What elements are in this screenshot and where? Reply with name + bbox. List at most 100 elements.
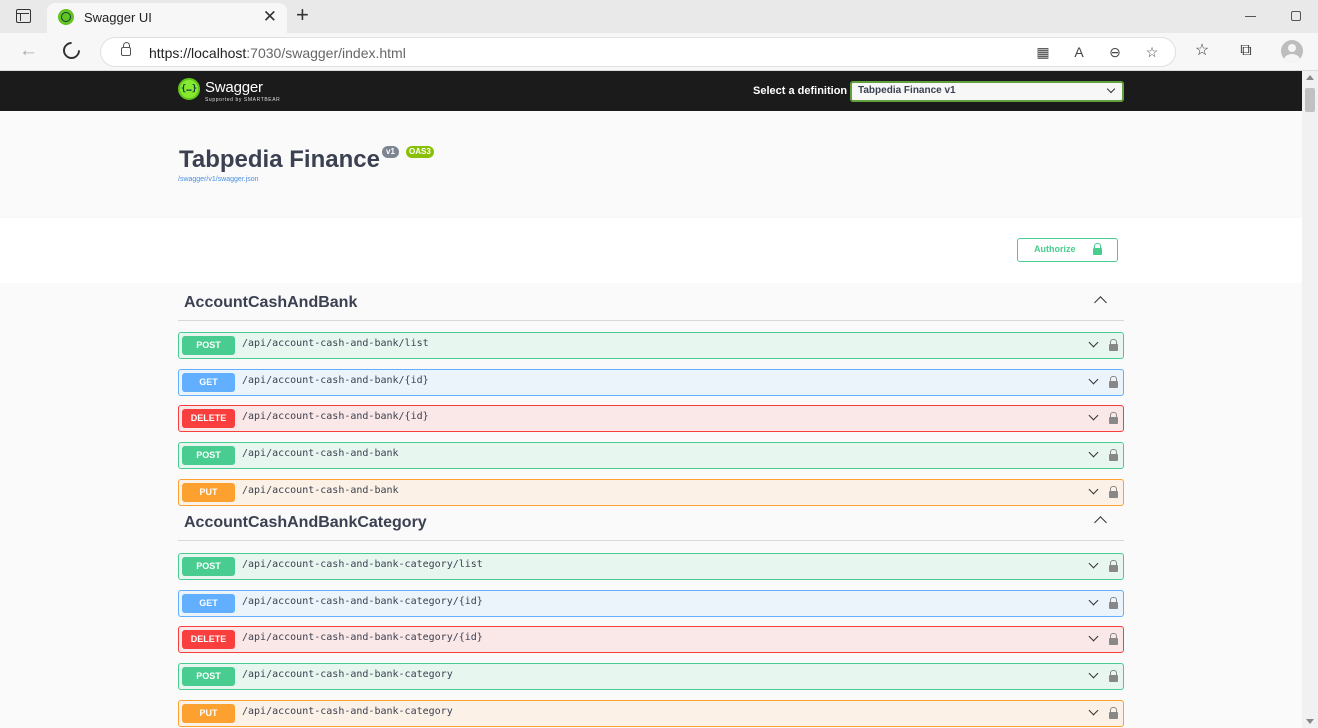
spec-link[interactable]: /swagger/v1/swagger.json: [178, 176, 259, 183]
operation-row[interactable]: POST /api/account-cash-and-bank-category…: [178, 553, 1124, 580]
operation-path: /api/account-cash-and-bank-category: [242, 669, 453, 680]
operation-path: /api/account-cash-and-bank: [242, 448, 399, 459]
method-badge: GET: [182, 594, 235, 613]
logo-text: Swagger: [205, 79, 263, 96]
collections-icon[interactable]: ⧉: [1237, 42, 1255, 60]
version-badge: v1: [382, 146, 399, 158]
tag-header[interactable]: AccountCashAndBankCategory: [178, 507, 1124, 541]
address-bar[interactable]: https://localhost:7030/swagger/index.htm…: [100, 37, 1176, 67]
definition-label: Select a definition: [753, 85, 848, 97]
chevron-down-icon[interactable]: [1088, 705, 1099, 716]
restore-icon[interactable]: [1291, 11, 1301, 21]
operation-path: /api/account-cash-and-bank: [242, 485, 399, 496]
authorize-button[interactable]: Authorize: [1017, 238, 1118, 262]
profile-avatar[interactable]: [1281, 40, 1303, 62]
swagger-favicon-icon: [58, 9, 74, 25]
chevron-down-icon[interactable]: [1088, 410, 1099, 421]
method-badge: POST: [182, 446, 235, 465]
reload-icon[interactable]: [59, 38, 84, 63]
chevron-up-icon[interactable]: [1094, 516, 1107, 529]
add-favorite-icon[interactable]: ☆: [1144, 44, 1160, 60]
swagger-topbar: {…} Swagger Supported by SMARTBEAR Selec…: [0, 71, 1302, 111]
method-badge: GET: [182, 373, 235, 392]
operation-row[interactable]: GET /api/account-cash-and-bank/{id}: [178, 369, 1124, 396]
chevron-down-icon[interactable]: [1088, 668, 1099, 679]
operation-path: /api/account-cash-and-bank-category: [242, 706, 453, 717]
lock-icon[interactable]: [1109, 412, 1118, 424]
swagger-logo[interactable]: {…} Swagger Supported by SMARTBEAR: [178, 78, 288, 106]
authorize-label: Authorize: [1034, 244, 1076, 254]
lock-icon[interactable]: [1109, 339, 1118, 351]
tab-close-icon[interactable]: ✕: [263, 8, 277, 26]
tag-title: AccountCashAndBankCategory: [184, 514, 427, 531]
operation-path: /api/account-cash-and-bank/{id}: [242, 375, 429, 386]
chevron-up-icon[interactable]: [1094, 296, 1107, 309]
operation-row[interactable]: DELETE /api/account-cash-and-bank-catego…: [178, 626, 1124, 653]
operation-row[interactable]: POST /api/account-cash-and-bank: [178, 442, 1124, 469]
chevron-down-icon[interactable]: [1088, 558, 1099, 569]
browser-tab[interactable]: Swagger UI ✕: [47, 3, 287, 33]
api-info: Tabpedia Finance v1 OAS3 /swagger/v1/swa…: [0, 111, 1302, 218]
lock-icon: [1093, 243, 1102, 255]
chevron-down-icon[interactable]: [1088, 337, 1099, 348]
page-viewport: {…} Swagger Supported by SMARTBEAR Selec…: [0, 71, 1302, 728]
lock-icon[interactable]: [1109, 486, 1118, 498]
oas-badge: OAS3: [406, 146, 434, 158]
url-text[interactable]: https://localhost:7030/swagger/index.htm…: [149, 45, 406, 61]
read-aloud-icon[interactable]: A: [1071, 44, 1087, 60]
scheme-container: Authorize: [0, 218, 1302, 283]
page-title: Tabpedia Finance: [179, 146, 380, 173]
lock-icon[interactable]: [1109, 633, 1118, 645]
definition-select-value: Tabpedia Finance v1: [858, 85, 956, 96]
swagger-logo-icon: {…}: [178, 78, 200, 100]
back-icon[interactable]: ←: [19, 40, 38, 62]
operation-row[interactable]: POST /api/account-cash-and-bank-category: [178, 663, 1124, 690]
address-toolbar: ← https://localhost:7030/swagger/index.h…: [0, 33, 1318, 71]
logo-subtext: Supported by SMARTBEAR: [205, 97, 281, 103]
new-tab-icon[interactable]: +: [296, 3, 309, 27]
lock-icon[interactable]: [1109, 449, 1118, 461]
lock-icon[interactable]: [1109, 560, 1118, 572]
method-badge: PUT: [182, 483, 235, 502]
browser-tab-strip: Swagger UI ✕ +: [0, 0, 1318, 33]
tag-title: AccountCashAndBank: [184, 294, 358, 311]
method-badge: PUT: [182, 704, 235, 723]
lock-icon[interactable]: [1109, 670, 1118, 682]
operation-row[interactable]: POST /api/account-cash-and-bank/list: [178, 332, 1124, 359]
chevron-down-icon[interactable]: [1088, 631, 1099, 642]
method-badge: POST: [182, 667, 235, 686]
app-available-icon[interactable]: ▦: [1035, 44, 1051, 60]
operation-row[interactable]: DELETE /api/account-cash-and-bank/{id}: [178, 405, 1124, 432]
method-badge: POST: [182, 557, 235, 576]
chevron-down-icon[interactable]: [1088, 447, 1099, 458]
page-scrollbar[interactable]: [1302, 71, 1318, 728]
lock-icon[interactable]: [1109, 376, 1118, 388]
chevron-down-icon[interactable]: [1088, 595, 1099, 606]
method-badge: POST: [182, 336, 235, 355]
operation-path: /api/account-cash-and-bank/list: [242, 338, 429, 349]
tag-header[interactable]: AccountCashAndBank: [178, 287, 1124, 321]
operation-path: /api/account-cash-and-bank-category/list: [242, 559, 483, 570]
tab-actions-icon[interactable]: [16, 9, 31, 23]
operation-row[interactable]: GET /api/account-cash-and-bank-category/…: [178, 590, 1124, 617]
scroll-thumb[interactable]: [1305, 88, 1315, 112]
favorites-icon[interactable]: ☆: [1193, 42, 1211, 60]
method-badge: DELETE: [182, 409, 235, 428]
scroll-up-icon[interactable]: [1306, 75, 1314, 80]
lock-icon[interactable]: [1109, 707, 1118, 719]
site-lock-icon[interactable]: [121, 42, 131, 56]
operation-path: /api/account-cash-and-bank-category/{id}: [242, 632, 483, 643]
zoom-icon[interactable]: ⊖: [1107, 44, 1123, 60]
method-badge: DELETE: [182, 630, 235, 649]
chevron-down-icon: [1106, 84, 1116, 94]
operation-row[interactable]: PUT /api/account-cash-and-bank: [178, 479, 1124, 506]
chevron-down-icon[interactable]: [1088, 374, 1099, 385]
scroll-down-icon[interactable]: [1306, 719, 1314, 724]
operation-row[interactable]: PUT /api/account-cash-and-bank-category: [178, 700, 1124, 727]
lock-icon[interactable]: [1109, 597, 1118, 609]
operation-path: /api/account-cash-and-bank/{id}: [242, 411, 429, 422]
operations-section: AccountCashAndBank POST /api/account-cas…: [0, 283, 1302, 728]
minimize-icon[interactable]: [1245, 16, 1256, 17]
definition-select[interactable]: Tabpedia Finance v1: [850, 81, 1124, 102]
chevron-down-icon[interactable]: [1088, 484, 1099, 495]
